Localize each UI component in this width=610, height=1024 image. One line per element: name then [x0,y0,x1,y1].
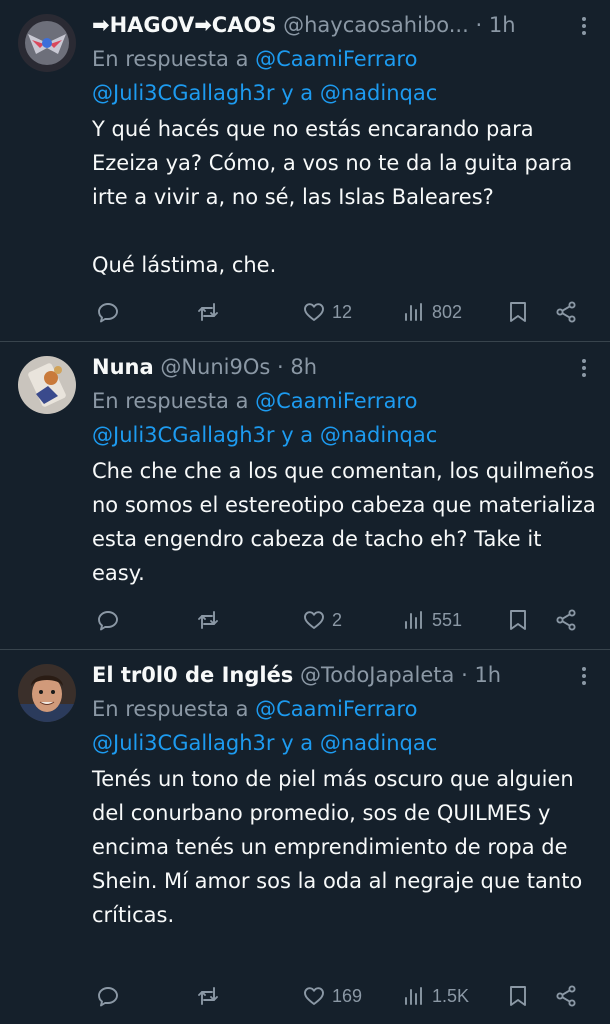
like-count: 169 [332,985,363,1006]
view-count: 1.5K [432,985,470,1006]
action-bar: 12 802 [92,292,596,332]
view-count: 551 [432,609,463,630]
display-name[interactable]: ➡HAGOV➡CAOS [92,13,276,37]
avatar[interactable] [18,14,76,72]
retweet-icon [198,987,218,1005]
tweet-text: Tenés un tono de piel más oscuro que alg… [92,767,589,927]
views-button[interactable]: 551 [402,600,462,640]
heart-icon [304,611,324,629]
bookmark-icon [510,610,526,630]
reply-context: En respuesta a @CaamiFerraro @Juli3CGall… [92,692,596,760]
like-button[interactable]: 12 [302,292,352,332]
heart-icon [304,303,324,321]
views-icon [405,303,422,321]
like-count: 2 [332,609,343,630]
share-icon [556,609,576,631]
retweet-button[interactable] [196,600,220,640]
reply-context: En respuesta a @CaamiFerraro @Juli3CGall… [92,384,596,452]
avatar[interactable] [18,356,76,414]
more-icon[interactable] [572,356,596,380]
more-icon[interactable] [572,664,596,688]
views-button[interactable]: 802 [402,292,462,332]
views-icon [405,987,422,1005]
action-bar: 169 1.5K [92,976,596,1016]
bookmark-button[interactable] [506,976,530,1016]
handle[interactable]: @Nuni9Os [160,355,270,379]
bookmark-icon [510,986,526,1006]
reply-prefix: En respuesta a [92,697,249,721]
tweet-header: ➡HAGOV➡CAOS @haycaosahibo... · 1h [92,8,596,42]
display-name[interactable]: El tr0l0 de Inglés [92,663,293,687]
handle[interactable]: @TodoJapaleta [300,663,454,687]
like-count: 12 [332,301,353,322]
reply-icon [98,303,118,323]
handle[interactable]: @haycaosahibo... [283,13,469,37]
reply-button[interactable] [96,292,120,332]
reply-context: En respuesta a @CaamiFerraro @Juli3CGall… [92,42,596,110]
avatar[interactable] [18,664,76,722]
mention-link[interactable]: @Juli3CGallagh3r [92,81,275,105]
tweet-3[interactable]: El tr0l0 de Inglés @TodoJapaleta · 1h En… [0,650,610,1024]
mention-link[interactable]: @Juli3CGallagh3r [92,423,275,447]
views-icon [405,611,422,629]
mention-link[interactable]: @Juli3CGallagh3r [92,731,275,755]
mention-link[interactable]: @nadinqac [320,423,437,447]
reply-button[interactable] [96,976,120,1016]
mention-and[interactable]: y a [281,81,313,105]
reply-button[interactable] [96,600,120,640]
mention-and[interactable]: y a [281,731,313,755]
mention-link[interactable]: @CaamiFerraro [255,47,417,71]
bookmark-icon [510,302,526,322]
bookmark-button[interactable] [506,292,530,332]
tweet-2[interactable]: Nuna @Nuni9Os · 8h En respuesta a @Caami… [0,342,610,650]
like-button[interactable]: 169 [302,976,362,1016]
bookmark-button[interactable] [506,600,530,640]
retweet-icon [198,303,218,321]
reply-icon [98,987,118,1007]
timestamp[interactable]: · 1h [475,13,515,37]
share-icon [556,301,576,323]
retweet-button[interactable] [196,976,220,1016]
tweet-text: Y qué hacés que no estás encarando para … [92,117,573,277]
heart-icon [304,987,324,1005]
share-button[interactable] [554,292,578,332]
mention-link[interactable]: @nadinqac [320,731,437,755]
reply-prefix: En respuesta a [92,389,249,413]
tweet-text: Che che che a los que comentan, los quil… [92,459,603,585]
mention-link[interactable]: @CaamiFerraro [255,697,417,721]
reply-prefix: En respuesta a [92,47,249,71]
more-icon[interactable] [572,14,596,38]
mention-link[interactable]: @nadinqac [320,81,437,105]
retweet-button[interactable] [196,292,220,332]
mention-link[interactable]: @CaamiFerraro [255,389,417,413]
tweet-header: El tr0l0 de Inglés @TodoJapaleta · 1h [92,658,596,692]
share-icon [556,985,576,1007]
share-button[interactable] [554,976,578,1016]
tweet-header: Nuna @Nuni9Os · 8h [92,350,596,384]
views-button[interactable]: 1.5K [402,976,469,1016]
reply-icon [98,611,118,631]
view-count: 802 [432,301,463,322]
mention-and[interactable]: y a [281,423,313,447]
action-bar: 2 551 [92,600,596,640]
like-button[interactable]: 2 [302,600,342,640]
timestamp[interactable]: · 8h [277,355,317,379]
timestamp[interactable]: · 1h [461,663,501,687]
share-button[interactable] [554,600,578,640]
tweet-1[interactable]: ➡HAGOV➡CAOS @haycaosahibo... · 1h En res… [0,0,610,342]
retweet-icon [198,611,218,629]
display-name[interactable]: Nuna [92,355,154,379]
